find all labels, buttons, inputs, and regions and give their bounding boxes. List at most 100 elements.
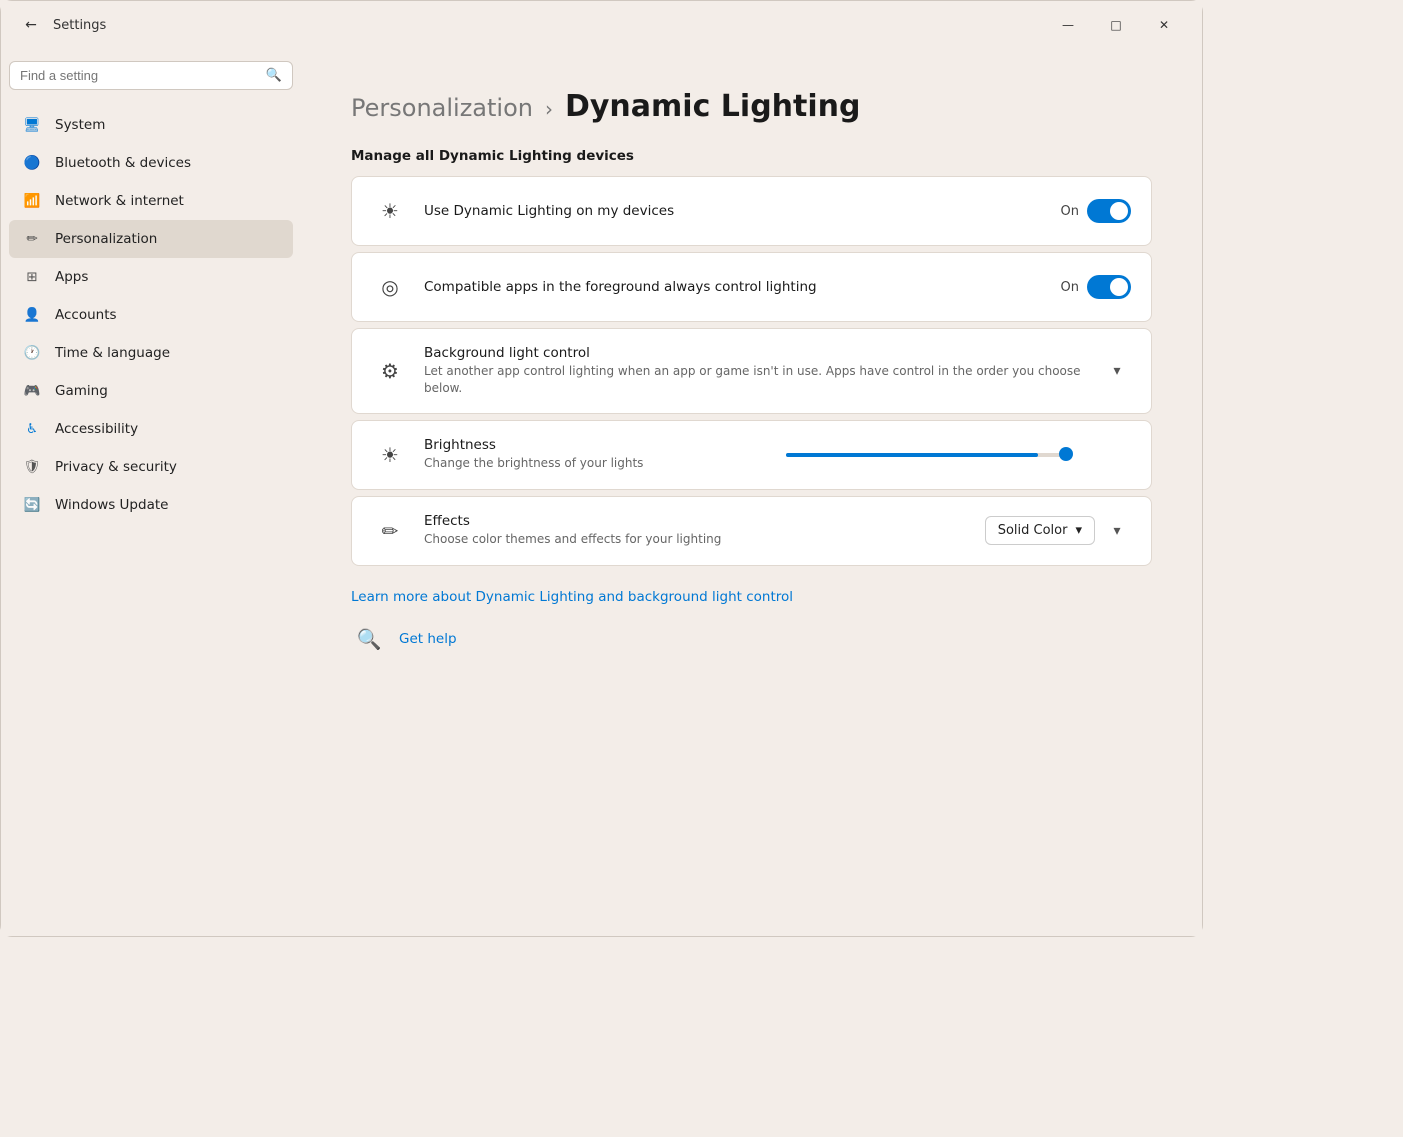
sidebar-item-gaming[interactable]: 🎮 Gaming xyxy=(9,372,293,410)
setting-icon-background-light: ⚙ xyxy=(372,353,408,389)
sidebar-item-update[interactable]: 🔄 Windows Update xyxy=(9,486,293,524)
nav-label-personalization: Personalization xyxy=(55,231,157,247)
sidebar-item-time[interactable]: 🕐 Time & language xyxy=(9,334,293,372)
main-content: Personalization › Dynamic Lighting Manag… xyxy=(301,49,1202,936)
nav-list: 🖥 System 🔵 Bluetooth & devices 📶 Network… xyxy=(9,106,293,524)
nav-label-system: System xyxy=(55,117,105,133)
nav-label-apps: Apps xyxy=(55,269,88,285)
nav-icon-system: 🖥 xyxy=(21,114,43,136)
help-icon: 🔍 xyxy=(351,621,387,657)
nav-label-gaming: Gaming xyxy=(55,383,108,399)
setting-card-background-light: ⚙ Background light control Let another a… xyxy=(351,328,1152,414)
sidebar-item-network[interactable]: 📶 Network & internet xyxy=(9,182,293,220)
setting-row-effects: ✏ Effects Choose color themes and effect… xyxy=(352,497,1151,565)
search-box[interactable]: 🔍 xyxy=(9,61,293,90)
slider-thumb-brightness xyxy=(1059,447,1073,461)
setting-desc-effects: Choose color themes and effects for your… xyxy=(424,531,969,548)
setting-card-effects: ✏ Effects Choose color themes and effect… xyxy=(351,496,1152,566)
slider-track-brightness[interactable] xyxy=(786,453,1066,457)
breadcrumb-sep: › xyxy=(545,97,553,121)
sidebar-item-apps[interactable]: ⊞ Apps xyxy=(9,258,293,296)
setting-title-brightness: Brightness xyxy=(424,437,770,453)
setting-text-brightness: Brightness Change the brightness of your… xyxy=(424,437,770,472)
learn-more-section: Learn more about Dynamic Lighting and ba… xyxy=(351,586,1152,605)
nav-label-time: Time & language xyxy=(55,345,170,361)
nav-icon-personalization: ✏ xyxy=(21,228,43,250)
expand-btn-background-light[interactable]: ▾ xyxy=(1103,357,1131,385)
app-title: Settings xyxy=(53,18,106,33)
back-button[interactable]: ← xyxy=(17,11,45,39)
setting-icon-use-dynamic-lighting: ☀ xyxy=(372,193,408,229)
setting-card-compatible-apps: ◎ Compatible apps in the foreground alwa… xyxy=(351,252,1152,322)
nav-icon-accounts: 👤 xyxy=(21,304,43,326)
dropdown-value-effects: Solid Color xyxy=(998,523,1068,538)
nav-label-accessibility: Accessibility xyxy=(55,421,138,437)
maximize-button[interactable]: □ xyxy=(1094,9,1138,41)
toggle-control-use-dynamic-lighting: On xyxy=(1061,199,1131,223)
sidebar-item-accessibility[interactable]: ♿ Accessibility xyxy=(9,410,293,448)
setting-text-compatible-apps: Compatible apps in the foreground always… xyxy=(424,279,1045,295)
setting-row-use-dynamic-lighting: ☀ Use Dynamic Lighting on my devices On xyxy=(352,177,1151,245)
effects-dropdown-effects[interactable]: Solid Color ▾ xyxy=(985,516,1095,545)
setting-text-effects: Effects Choose color themes and effects … xyxy=(424,513,969,548)
section-label: Manage all Dynamic Lighting devices xyxy=(351,148,1152,164)
setting-title-compatible-apps: Compatible apps in the foreground always… xyxy=(424,279,1045,295)
settings-cards: ☀ Use Dynamic Lighting on my devices On … xyxy=(351,176,1152,566)
page-header: Personalization › Dynamic Lighting xyxy=(351,89,1152,124)
toggle-use-dynamic-lighting[interactable] xyxy=(1087,199,1131,223)
nav-icon-apps: ⊞ xyxy=(21,266,43,288)
learn-more-link[interactable]: Learn more about Dynamic Lighting and ba… xyxy=(351,589,793,605)
sidebar-item-system[interactable]: 🖥 System xyxy=(9,106,293,144)
page-title: Dynamic Lighting xyxy=(565,89,861,124)
search-icon: 🔍 xyxy=(266,68,282,83)
nav-icon-time: 🕐 xyxy=(21,342,43,364)
setting-card-use-dynamic-lighting: ☀ Use Dynamic Lighting on my devices On xyxy=(351,176,1152,246)
sidebar-item-bluetooth[interactable]: 🔵 Bluetooth & devices xyxy=(9,144,293,182)
nav-label-update: Windows Update xyxy=(55,497,168,513)
setting-desc-background-light: Let another app control lighting when an… xyxy=(424,363,1087,397)
setting-title-use-dynamic-lighting: Use Dynamic Lighting on my devices xyxy=(424,203,1045,219)
close-button[interactable]: ✕ xyxy=(1142,9,1186,41)
dropdown-arrow-icon: ▾ xyxy=(1075,523,1082,538)
setting-title-effects: Effects xyxy=(424,513,969,529)
setting-text-background-light: Background light control Let another app… xyxy=(424,345,1087,397)
setting-icon-brightness: ☀ xyxy=(372,437,408,473)
nav-icon-network: 📶 xyxy=(21,190,43,212)
minimize-button[interactable]: — xyxy=(1046,9,1090,41)
effects-expand-btn[interactable]: ▾ xyxy=(1103,517,1131,545)
nav-icon-bluetooth: 🔵 xyxy=(21,152,43,174)
slider-fill-brightness xyxy=(786,453,1038,457)
help-row: 🔍 Get help xyxy=(351,621,1152,657)
setting-row-background-light: ⚙ Background light control Let another a… xyxy=(352,329,1151,413)
slider-container-brightness xyxy=(786,453,1132,457)
setting-row-brightness: ☀ Brightness Change the brightness of yo… xyxy=(352,421,1151,489)
nav-icon-update: 🔄 xyxy=(21,494,43,516)
setting-desc-brightness: Change the brightness of your lights xyxy=(424,455,770,472)
sidebar: 🔍 🖥 System 🔵 Bluetooth & devices 📶 Netwo… xyxy=(1,49,301,936)
nav-label-network: Network & internet xyxy=(55,193,184,209)
setting-icon-compatible-apps: ◎ xyxy=(372,269,408,305)
toggle-compatible-apps[interactable] xyxy=(1087,275,1131,299)
dropdown-control-effects: Solid Color ▾ ▾ xyxy=(985,516,1131,545)
toggle-label-use-dynamic-lighting: On xyxy=(1061,204,1079,219)
search-input[interactable] xyxy=(20,68,258,83)
nav-icon-gaming: 🎮 xyxy=(21,380,43,402)
nav-label-accounts: Accounts xyxy=(55,307,117,323)
sidebar-item-privacy[interactable]: 🛡 Privacy & security xyxy=(9,448,293,486)
get-help-link[interactable]: Get help xyxy=(399,631,457,647)
window-controls: — □ ✕ xyxy=(1046,9,1186,41)
setting-title-background-light: Background light control xyxy=(424,345,1087,361)
app-body: 🔍 🖥 System 🔵 Bluetooth & devices 📶 Netwo… xyxy=(1,49,1202,936)
setting-row-compatible-apps: ◎ Compatible apps in the foreground alwa… xyxy=(352,253,1151,321)
title-bar: ← Settings — □ ✕ xyxy=(1,1,1202,49)
nav-icon-accessibility: ♿ xyxy=(21,418,43,440)
nav-label-privacy: Privacy & security xyxy=(55,459,177,475)
toggle-label-compatible-apps: On xyxy=(1061,280,1079,295)
sidebar-item-personalization[interactable]: ✏ Personalization xyxy=(9,220,293,258)
setting-card-brightness: ☀ Brightness Change the brightness of yo… xyxy=(351,420,1152,490)
nav-label-bluetooth: Bluetooth & devices xyxy=(55,155,191,171)
setting-icon-effects: ✏ xyxy=(372,513,408,549)
sidebar-item-accounts[interactable]: 👤 Accounts xyxy=(9,296,293,334)
nav-icon-privacy: 🛡 xyxy=(21,456,43,478)
breadcrumb-parent: Personalization xyxy=(351,94,533,122)
